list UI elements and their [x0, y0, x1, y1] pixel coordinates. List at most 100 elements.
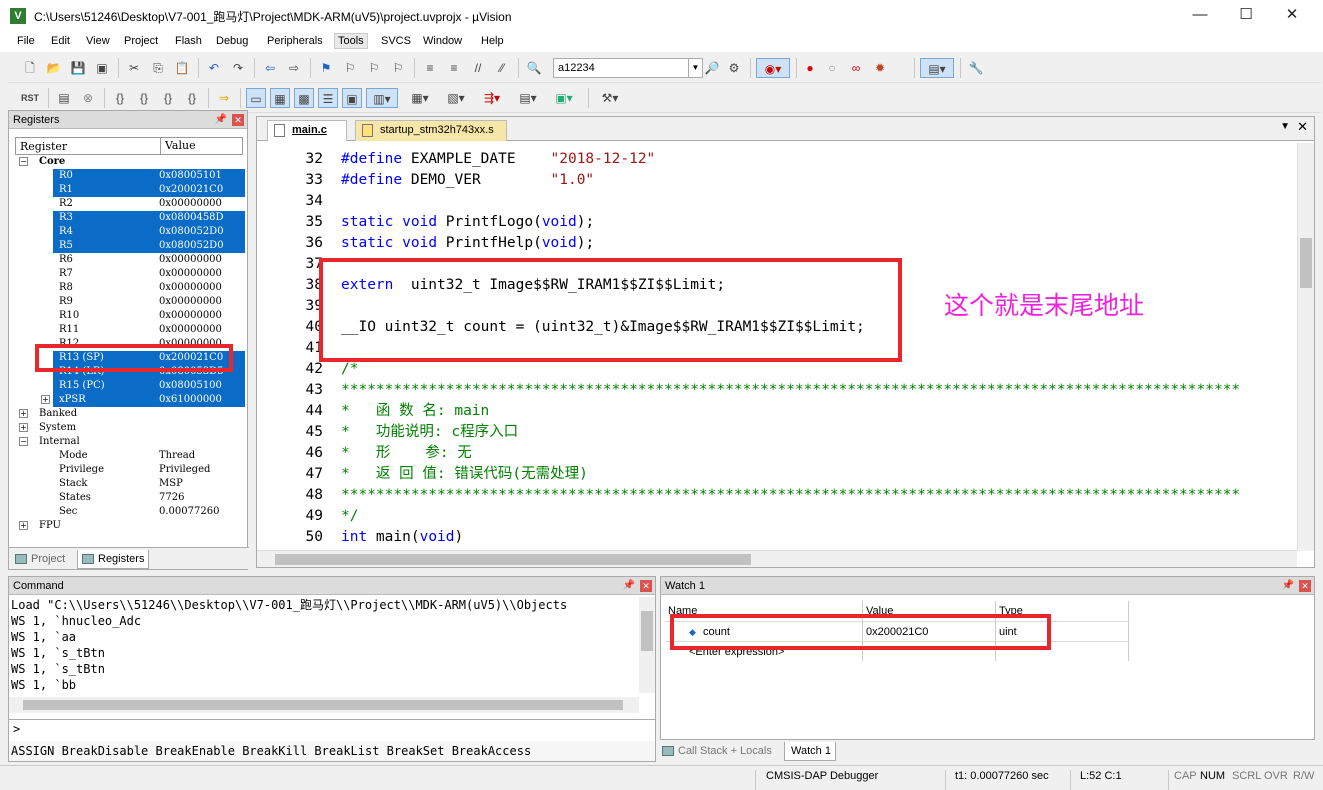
scrollbar-thumb[interactable] [275, 554, 751, 565]
editor-horizontal-scrollbar[interactable] [257, 550, 1297, 567]
menu-debug[interactable]: Debug [216, 35, 248, 47]
line-number[interactable]: 50 [277, 527, 323, 548]
watch-window-icon[interactable]: ▥▾ [366, 88, 398, 108]
undo-icon[interactable]: ↶ [204, 58, 224, 78]
register-value[interactable]: 0x08005100 [159, 379, 222, 393]
new-file-icon[interactable]: 🗋 [20, 58, 40, 78]
nav-forward-icon[interactable]: ⇨ [284, 58, 304, 78]
step-into-icon[interactable]: {} [110, 88, 130, 108]
code-line[interactable]: 43 **************************************… [257, 380, 1297, 401]
close-icon[interactable]: ✕ [640, 580, 652, 592]
line-number[interactable]: 34 [277, 191, 323, 212]
disassembly-window-icon[interactable]: ▦ [270, 88, 290, 108]
code-line[interactable]: 46 * 形 参: 无 [257, 443, 1297, 464]
run-to-cursor-icon[interactable]: {} [182, 88, 202, 108]
command-horizontal-scrollbar[interactable] [9, 697, 639, 713]
line-number[interactable]: 36 [277, 233, 323, 254]
line-number[interactable]: 35 [277, 212, 323, 233]
configure-icon[interactable]: 🔧 [966, 58, 986, 78]
clear-bookmarks-icon[interactable]: ⚐ [388, 58, 408, 78]
next-bookmark-icon[interactable]: ⚐ [364, 58, 384, 78]
register-row[interactable]: R10 0x00000000 [15, 309, 247, 323]
serial-window-icon[interactable]: ▧▾ [440, 88, 472, 108]
command-vertical-scrollbar[interactable] [639, 597, 655, 693]
expand-icon[interactable]: + [19, 423, 28, 432]
register-row[interactable]: R8 0x00000000 [15, 281, 247, 295]
menu-tools[interactable]: Tools [334, 33, 368, 49]
comment-icon[interactable]: // [468, 58, 488, 78]
indent-icon[interactable]: ≡ [420, 58, 440, 78]
register-value[interactable]: 0x00000000 [159, 267, 222, 281]
register-row[interactable]: R6 0x00000000 [15, 253, 247, 267]
find-in-files-icon[interactable]: 🔍 [524, 58, 544, 78]
scrollbar-thumb[interactable] [1300, 238, 1312, 288]
menu-edit[interactable]: Edit [51, 35, 70, 47]
code-line[interactable]: 49 */ [257, 506, 1297, 527]
register-row[interactable]: R7 0x00000000 [15, 267, 247, 281]
internal-row[interactable]: Privilege Privileged [15, 463, 247, 477]
bookmark-icon[interactable]: ⚑ [316, 58, 336, 78]
code-line[interactable]: 42 /* [257, 359, 1297, 380]
copy-icon[interactable]: ⎘ [148, 58, 168, 78]
line-number[interactable]: 46 [277, 443, 323, 464]
memory-window-icon[interactable]: ▦▾ [404, 88, 436, 108]
tab-startup-s[interactable]: startup_stm32h743xx.s [355, 120, 507, 141]
tree-node-system[interactable]: + System [15, 421, 247, 435]
menu-peripherals[interactable]: Peripherals [267, 35, 323, 47]
registers-window-icon[interactable]: ☰ [318, 88, 338, 108]
close-icon[interactable]: ✕ [1299, 580, 1311, 592]
internal-row[interactable]: Mode Thread [15, 449, 247, 463]
line-number[interactable]: 32 [277, 149, 323, 170]
internal-row[interactable]: States 7726 [15, 491, 247, 505]
tab-project[interactable]: Project [11, 550, 69, 569]
code-line[interactable]: 36 static void PrintfHelp(void); [257, 233, 1297, 254]
register-value[interactable]: 0x200021C0 [159, 183, 224, 197]
menu-project[interactable]: Project [124, 35, 158, 47]
tree-node-core[interactable]: − Core [15, 155, 247, 169]
register-value[interactable]: 0x00000000 [159, 197, 222, 211]
register-row[interactable]: R2 0x00000000 [15, 197, 247, 211]
toolbox-icon[interactable]: ⚒▾ [594, 88, 626, 108]
expand-icon[interactable]: + [19, 521, 28, 530]
internal-row[interactable]: Stack MSP [15, 477, 247, 491]
tree-node-internal[interactable]: − Internal [15, 435, 247, 449]
close-tab-icon[interactable]: ✕ [1297, 119, 1308, 135]
tab-watch-1[interactable]: Watch 1 [784, 742, 836, 761]
tab-main-c[interactable]: main.c [267, 120, 347, 141]
register-value[interactable]: 0x00000000 [159, 309, 222, 323]
prev-bookmark-icon[interactable]: ⚐ [340, 58, 360, 78]
pin-icon[interactable]: 📌 [623, 577, 635, 595]
unindent-icon[interactable]: ≡ [444, 58, 464, 78]
code-line[interactable]: 48 **************************************… [257, 485, 1297, 506]
code-line[interactable]: 44 * 函 数 名: main [257, 401, 1297, 422]
command-input[interactable]: > [9, 719, 655, 737]
disable-breakpoint-icon[interactable]: ○ [822, 58, 842, 78]
register-value[interactable]: 0x0800458D [159, 211, 224, 225]
register-value[interactable]: 0x08005101 [159, 169, 222, 183]
register-value[interactable]: 0x00000000 [159, 253, 222, 267]
line-number[interactable]: 42 [277, 359, 323, 380]
pin-icon[interactable]: 📌 [1282, 577, 1294, 595]
stop-icon[interactable]: ⊗ [78, 88, 98, 108]
code-line[interactable]: 45 * 功能说明: c程序入口 [257, 422, 1297, 443]
line-number[interactable]: 33 [277, 170, 323, 191]
cut-icon[interactable]: ✂ [124, 58, 144, 78]
redo-icon[interactable]: ↷ [228, 58, 248, 78]
nav-back-icon[interactable]: ⇦ [260, 58, 280, 78]
symbols-window-icon[interactable]: ▩ [294, 88, 314, 108]
register-value[interactable]: 0x61000000 [159, 393, 222, 407]
menu-flash[interactable]: Flash [175, 35, 202, 47]
close-icon[interactable]: ✕ [232, 114, 244, 126]
tree-node-banked[interactable]: + Banked [15, 407, 247, 421]
find-icon[interactable]: 🔎 [702, 58, 722, 78]
call-stack-window-icon[interactable]: ▣ [342, 88, 362, 108]
minimize-button[interactable]: — [1177, 0, 1223, 32]
menu-svcs[interactable]: SVCS [381, 35, 411, 47]
code-line[interactable]: 50 int main(void) [257, 527, 1297, 548]
register-row[interactable]: R4 0x080052D0 [15, 225, 247, 239]
line-number[interactable]: 43 [277, 380, 323, 401]
kill-all-breakpoints-icon[interactable]: ✹ [870, 58, 890, 78]
register-row[interactable]: + xPSR 0x61000000 [15, 393, 247, 407]
menu-help[interactable]: Help [481, 35, 504, 47]
register-row[interactable]: R1 0x200021C0 [15, 183, 247, 197]
